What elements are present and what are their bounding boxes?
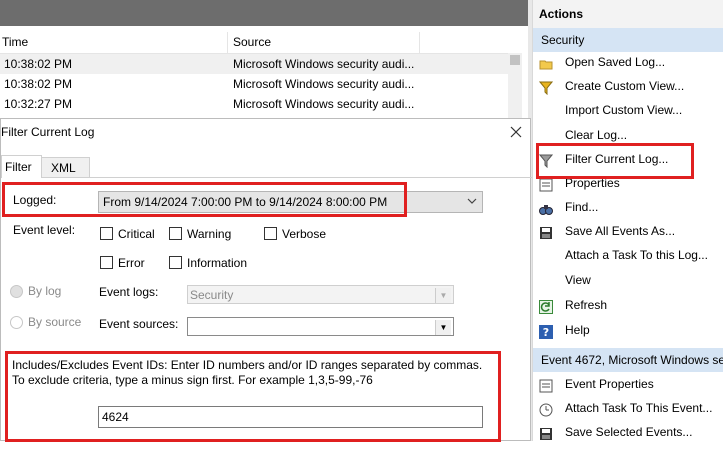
cell-source: Microsoft Windows security audi...	[233, 57, 415, 71]
action-label: Find...	[565, 200, 599, 214]
events-table-header: Time Source	[0, 32, 522, 54]
action-clear-log[interactable]: Clear Log...	[533, 123, 723, 147]
checkbox-critical[interactable]	[100, 227, 113, 240]
chevron-down-icon	[466, 195, 478, 210]
scrollbar-thumb[interactable]	[510, 55, 520, 65]
filter-dialog: Filter Current Log Filter XML Logged: Fr…	[0, 118, 532, 442]
action-label: Properties	[565, 176, 620, 190]
cell-time: 10:38:02 PM	[4, 57, 73, 71]
title-bar	[0, 0, 528, 26]
table-row[interactable]: 10:38:02 PM Microsoft Windows security a…	[0, 54, 508, 74]
logged-label: Logged:	[13, 193, 57, 207]
action-label: Save Selected Events...	[565, 425, 693, 439]
action-help[interactable]: ? Help	[533, 318, 723, 342]
event-sources-dropdown[interactable]: ▼	[187, 317, 454, 336]
event-ids-value: 4624	[102, 410, 129, 424]
action-create-custom-view[interactable]: Create Custom View...	[533, 74, 723, 98]
help-icon: ?	[539, 323, 553, 339]
action-event-properties[interactable]: Event Properties	[533, 372, 723, 396]
chevron-down-icon: ▼	[435, 288, 451, 303]
action-label: Create Custom View...	[565, 79, 685, 93]
label-error: Error	[118, 256, 145, 270]
event-ids-description: Includes/Excludes Event IDs: Enter ID nu…	[12, 358, 483, 387]
radio-by-log[interactable]	[10, 285, 23, 298]
action-label: Attach a Task To this Log...	[565, 248, 708, 262]
action-attach-task-to-event[interactable]: Attach Task To This Event...	[533, 396, 723, 420]
action-label: Clear Log...	[565, 128, 628, 142]
label-by-log: By log	[28, 284, 62, 298]
action-attach-task-to-log[interactable]: Attach a Task To this Log...	[533, 243, 723, 267]
scrollbar[interactable]	[508, 53, 522, 118]
action-label: Save All Events As...	[565, 224, 676, 238]
action-label: Open Saved Log...	[565, 55, 666, 69]
close-icon[interactable]	[507, 123, 525, 141]
label-warning: Warning	[187, 227, 232, 241]
checkbox-warning[interactable]	[169, 227, 182, 240]
column-header-source[interactable]: Source	[228, 32, 420, 53]
cell-source: Microsoft Windows security audi...	[233, 77, 415, 91]
action-save-all-events[interactable]: Save All Events As...	[533, 219, 723, 243]
section-header-event[interactable]: Event 4672, Microsoft Windows security	[533, 348, 723, 372]
folder-icon	[539, 55, 553, 70]
svg-text:?: ?	[543, 326, 549, 339]
action-label: Event Properties	[565, 377, 654, 391]
label-by-source: By source	[28, 315, 82, 329]
column-header-time[interactable]: Time	[0, 32, 228, 53]
action-label: Attach Task To This Event...	[565, 401, 713, 415]
checkbox-error[interactable]	[100, 256, 113, 269]
action-label: Filter Current Log...	[565, 152, 669, 166]
checkbox-information[interactable]	[169, 256, 182, 269]
refresh-icon	[539, 298, 553, 314]
properties-icon	[539, 176, 553, 192]
tab-xml[interactable]: XML	[42, 157, 90, 178]
tab-divider	[42, 177, 532, 178]
dialog-title: Filter Current Log	[1, 125, 95, 139]
tab-filter[interactable]: Filter	[1, 155, 42, 178]
binoculars-icon	[539, 200, 553, 215]
action-label: Refresh	[565, 298, 608, 312]
action-filter-current-log[interactable]: Filter Current Log...	[533, 147, 723, 171]
table-row[interactable]: 10:38:02 PM Microsoft Windows security a…	[0, 74, 508, 94]
actions-title: Actions	[533, 0, 723, 29]
action-find[interactable]: Find...	[533, 195, 723, 219]
actions-pane: Actions Security Open Saved Log... Creat…	[532, 0, 723, 441]
action-label: Import Custom View...	[565, 103, 683, 117]
save-icon	[539, 425, 553, 440]
radio-by-source[interactable]	[10, 316, 23, 329]
label-critical: Critical	[118, 227, 155, 241]
properties-icon	[539, 377, 553, 393]
section-header-security[interactable]: Security	[533, 28, 723, 52]
event-logs-value: Security	[190, 288, 234, 302]
chevron-down-icon: ▼	[435, 320, 451, 335]
action-save-selected-events[interactable]: Save Selected Events...	[533, 420, 723, 444]
task-icon	[539, 401, 553, 417]
action-label: View	[565, 273, 591, 287]
cell-source: Microsoft Windows security audi...	[233, 97, 415, 111]
event-ids-input[interactable]: 4624	[98, 406, 483, 428]
event-level-label: Event level:	[13, 223, 76, 237]
label-information: Information	[187, 256, 248, 270]
table-row[interactable]: 10:32:27 PM Microsoft Windows security a…	[0, 94, 508, 114]
filter-icon	[538, 79, 554, 96]
action-view[interactable]: View	[533, 268, 723, 292]
logged-value: From 9/14/2024 7:00:00 PM to 9/14/2024 8…	[103, 195, 388, 209]
logged-dropdown[interactable]: From 9/14/2024 7:00:00 PM to 9/14/2024 8…	[98, 191, 483, 213]
save-icon	[539, 224, 553, 239]
label-verbose: Verbose	[282, 227, 327, 241]
filter-icon	[538, 152, 554, 169]
action-open-saved-log[interactable]: Open Saved Log...	[533, 50, 723, 74]
action-import-custom-view[interactable]: Import Custom View...	[533, 98, 723, 122]
action-label: Help	[565, 323, 590, 337]
action-properties[interactable]: Properties	[533, 171, 723, 195]
event-sources-label: Event sources:	[99, 317, 179, 331]
event-logs-dropdown[interactable]: Security ▼	[187, 285, 454, 304]
checkbox-verbose[interactable]	[264, 227, 277, 240]
action-refresh[interactable]: Refresh	[533, 293, 723, 317]
cell-time: 10:32:27 PM	[4, 97, 73, 111]
event-logs-label: Event logs:	[99, 285, 159, 299]
cell-time: 10:38:02 PM	[4, 77, 73, 91]
